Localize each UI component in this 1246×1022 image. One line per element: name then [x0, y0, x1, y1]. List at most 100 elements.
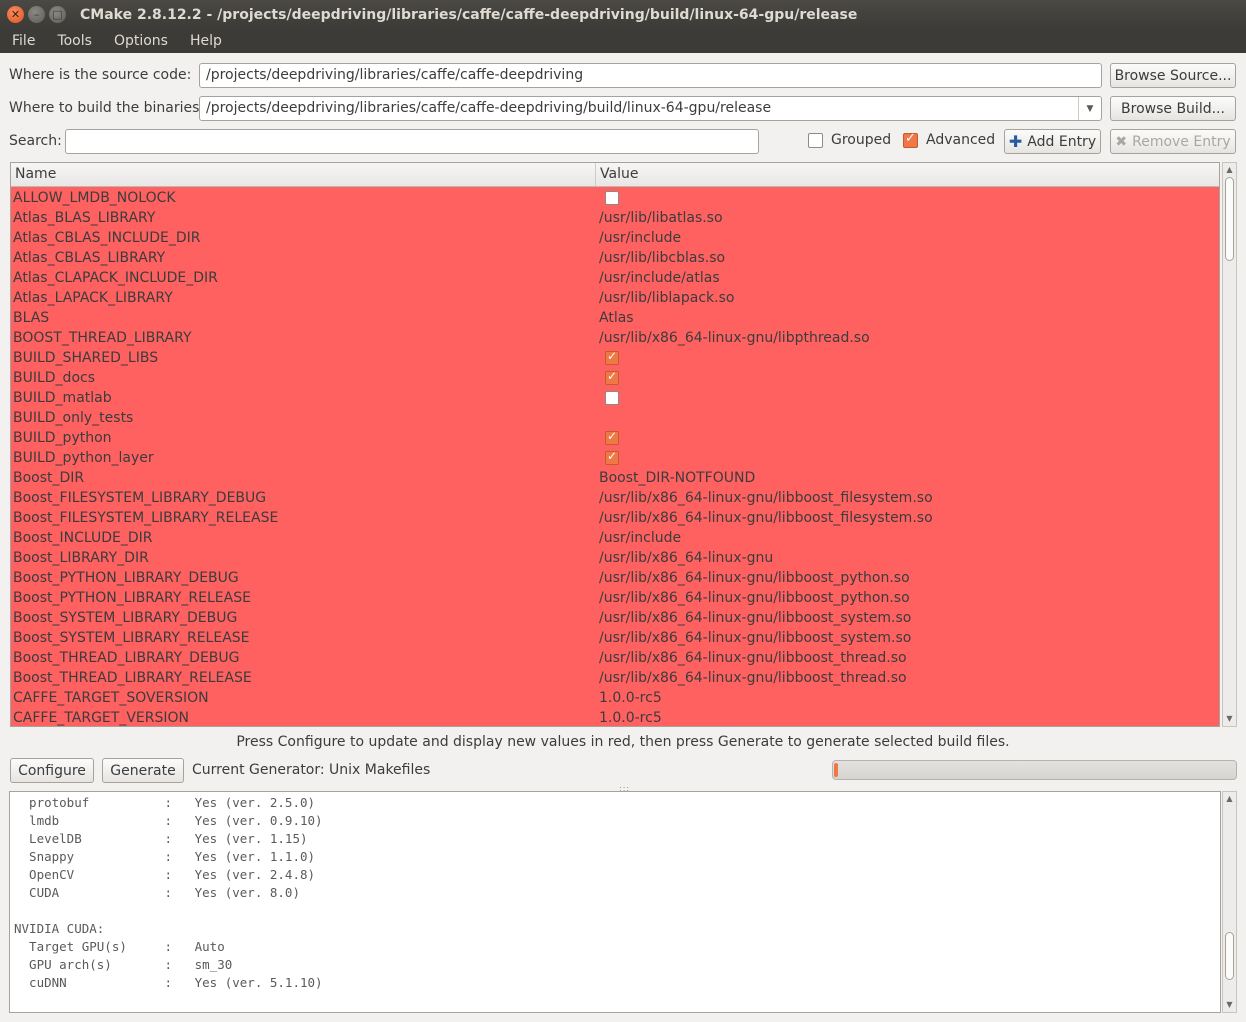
scroll-down-icon[interactable]: ▼	[1223, 1000, 1236, 1010]
table-row[interactable]: CAFFE_TARGET_SOVERSION 1.0.0-rc5	[11, 688, 1219, 708]
table-row[interactable]: BUILD_python_layer	[11, 448, 1219, 468]
browse-build-button[interactable]: Browse Build...	[1110, 96, 1236, 121]
table-row[interactable]: Boost_THREAD_LIBRARY_RELEASE/usr/lib/x86…	[11, 668, 1219, 688]
table-scroll-thumb[interactable]	[1225, 177, 1234, 261]
table-row[interactable]: Atlas_BLAS_LIBRARY/usr/lib/libatlas.so	[11, 208, 1219, 228]
row-name: Boost_DIR	[13, 470, 85, 486]
table-row[interactable]: BUILD_SHARED_LIBS	[11, 348, 1219, 368]
row-value-checkbox[interactable]	[605, 391, 619, 405]
row-value[interactable]: /usr/include/atlas	[599, 268, 720, 288]
row-name: BLAS	[13, 310, 50, 326]
table-row[interactable]: BUILD_docs	[11, 368, 1219, 388]
scroll-up-icon[interactable]: ▲	[1223, 794, 1236, 804]
output-log[interactable]: protobuf : Yes (ver. 2.5.0) lmdb : Yes (…	[9, 791, 1221, 1013]
row-value-checkbox[interactable]	[605, 429, 619, 445]
scroll-down-icon[interactable]: ▼	[1223, 714, 1236, 724]
row-value[interactable]: /usr/lib/liblapack.so	[599, 288, 734, 308]
advanced-checkbox[interactable]	[903, 131, 918, 148]
row-name: Boost_THREAD_LIBRARY_DEBUG	[13, 650, 240, 666]
remove-entry-button[interactable]: ✖ Remove Entry	[1110, 129, 1236, 154]
output-line: CUDA : Yes (ver. 8.0)	[14, 885, 300, 900]
menu-help[interactable]: Help	[178, 33, 232, 49]
output-scroll-thumb[interactable]	[1225, 932, 1234, 980]
maximize-window-icon[interactable]: □	[49, 6, 66, 23]
table-row[interactable]: Boost_SYSTEM_LIBRARY_RELEASE/usr/lib/x86…	[11, 628, 1219, 648]
title-bar: ✕ – □ CMake 2.8.12.2 - /projects/deepdri…	[0, 0, 1246, 29]
output-line: LevelDB : Yes (ver. 1.15)	[14, 831, 308, 846]
row-value-checkbox[interactable]	[605, 349, 619, 365]
row-name: Atlas_LAPACK_LIBRARY	[13, 290, 173, 306]
row-value[interactable]: Boost_DIR-NOTFOUND	[599, 468, 755, 488]
row-value-checkbox[interactable]	[605, 449, 619, 465]
row-value[interactable]: /usr/lib/x86_64-linux-gnu	[599, 548, 773, 568]
menu-options[interactable]: Options	[102, 33, 178, 49]
row-name: ALLOW_LMDB_NOLOCK	[13, 190, 176, 206]
grouped-checkbox[interactable]	[808, 133, 823, 148]
row-value[interactable]: /usr/lib/libatlas.so	[599, 208, 723, 228]
row-name: Atlas_BLAS_LIBRARY	[13, 210, 156, 226]
configure-button[interactable]: Configure	[10, 758, 94, 783]
output-line: NVIDIA CUDA:	[14, 921, 105, 936]
generate-button[interactable]: Generate	[102, 758, 184, 783]
table-row[interactable]: Atlas_CBLAS_INCLUDE_DIR/usr/include	[11, 228, 1219, 248]
table-row[interactable]: Atlas_CBLAS_LIBRARY/usr/lib/libcblas.so	[11, 248, 1219, 268]
row-value[interactable]: Atlas	[599, 308, 634, 328]
row-value[interactable]: 1.0.0-rc5	[599, 688, 662, 708]
row-value[interactable]: /usr/include	[599, 528, 681, 548]
output-lines: protobuf : Yes (ver. 2.5.0) lmdb : Yes (…	[10, 792, 1220, 992]
row-value[interactable]: /usr/lib/x86_64-linux-gnu/libpthread.so	[599, 328, 870, 348]
table-row[interactable]: ALLOW_LMDB_NOLOCK	[11, 188, 1219, 208]
table-row[interactable]: Boost_THREAD_LIBRARY_DEBUG/usr/lib/x86_6…	[11, 648, 1219, 668]
row-value[interactable]: /usr/lib/libcblas.so	[599, 248, 725, 268]
chevron-down-icon[interactable]: ▼	[1078, 97, 1101, 120]
row-name: BUILD_SHARED_LIBS	[13, 350, 159, 366]
add-entry-button[interactable]: ✚ Add Entry	[1004, 129, 1101, 154]
header-name[interactable]: Name	[11, 163, 595, 186]
scroll-up-icon[interactable]: ▲	[1223, 165, 1236, 175]
row-name: Atlas_CBLAS_LIBRARY	[13, 250, 166, 266]
table-row[interactable]: Boost_DIR Boost_DIR-NOTFOUND	[11, 468, 1219, 488]
table-row[interactable]: Boost_FILESYSTEM_LIBRARY_RELEASE/usr/lib…	[11, 508, 1219, 528]
table-row[interactable]: BLAS Atlas	[11, 308, 1219, 328]
row-value[interactable]: /usr/lib/x86_64-linux-gnu/libboost_pytho…	[599, 568, 910, 588]
browse-source-button[interactable]: Browse Source...	[1110, 63, 1236, 88]
table-scrollbar[interactable]: ▲ ▼	[1222, 162, 1237, 727]
output-scrollbar[interactable]: ▲ ▼	[1222, 791, 1237, 1013]
table-row[interactable]: Boost_SYSTEM_LIBRARY_DEBUG/usr/lib/x86_6…	[11, 608, 1219, 628]
row-value[interactable]: /usr/lib/x86_64-linux-gnu/libboost_threa…	[599, 668, 907, 688]
row-value[interactable]: 1.0.0-rc5	[599, 708, 662, 726]
table-row[interactable]: Boost_PYTHON_LIBRARY_RELEASE/usr/lib/x86…	[11, 588, 1219, 608]
row-name: BUILD_python	[13, 430, 112, 446]
row-value-checkbox[interactable]	[605, 369, 619, 385]
row-value[interactable]: /usr/lib/x86_64-linux-gnu/libboost_syste…	[599, 608, 911, 628]
search-input[interactable]	[65, 129, 759, 154]
table-row[interactable]: Boost_INCLUDE_DIR/usr/include	[11, 528, 1219, 548]
menu-file[interactable]: File	[0, 33, 45, 49]
minimize-window-icon[interactable]: –	[28, 6, 45, 23]
row-value[interactable]: /usr/lib/x86_64-linux-gnu/libboost_syste…	[599, 628, 911, 648]
table-row[interactable]: Boost_PYTHON_LIBRARY_DEBUG/usr/lib/x86_6…	[11, 568, 1219, 588]
table-row[interactable]: Atlas_LAPACK_LIBRARY/usr/lib/liblapack.s…	[11, 288, 1219, 308]
table-row[interactable]: CAFFE_TARGET_VERSION 1.0.0-rc5	[11, 708, 1219, 726]
build-path-combo[interactable]: /projects/deepdriving/libraries/caffe/ca…	[199, 96, 1102, 121]
menu-tools[interactable]: Tools	[45, 33, 102, 49]
row-value[interactable]: /usr/lib/x86_64-linux-gnu/libboost_files…	[599, 488, 933, 508]
row-name: Boost_FILESYSTEM_LIBRARY_DEBUG	[13, 490, 267, 506]
table-row[interactable]: Boost_LIBRARY_DIR/usr/lib/x86_64-linux-g…	[11, 548, 1219, 568]
row-value[interactable]: /usr/lib/x86_64-linux-gnu/libboost_threa…	[599, 648, 907, 668]
table-row[interactable]: BOOST_THREAD_LIBRARY/usr/lib/x86_64-linu…	[11, 328, 1219, 348]
table-row[interactable]: Boost_FILESYSTEM_LIBRARY_DEBUG/usr/lib/x…	[11, 488, 1219, 508]
close-window-icon[interactable]: ✕	[7, 6, 24, 23]
source-path-field[interactable]: /projects/deepdriving/libraries/caffe/ca…	[199, 63, 1102, 88]
table-row[interactable]: BUILD_only_tests	[11, 408, 1219, 428]
row-value[interactable]: /usr/lib/x86_64-linux-gnu/libboost_pytho…	[599, 588, 910, 608]
row-value-checkbox[interactable]	[605, 191, 619, 205]
row-value[interactable]: /usr/lib/x86_64-linux-gnu/libboost_files…	[599, 508, 933, 528]
row-name: Boost_PYTHON_LIBRARY_DEBUG	[13, 570, 239, 586]
header-value[interactable]: Value	[595, 163, 1219, 186]
row-value[interactable]: /usr/include	[599, 228, 681, 248]
table-row[interactable]: Atlas_CLAPACK_INCLUDE_DIR/usr/include/at…	[11, 268, 1219, 288]
table-row[interactable]: BUILD_python	[11, 428, 1219, 448]
table-row[interactable]: BUILD_matlab	[11, 388, 1219, 408]
